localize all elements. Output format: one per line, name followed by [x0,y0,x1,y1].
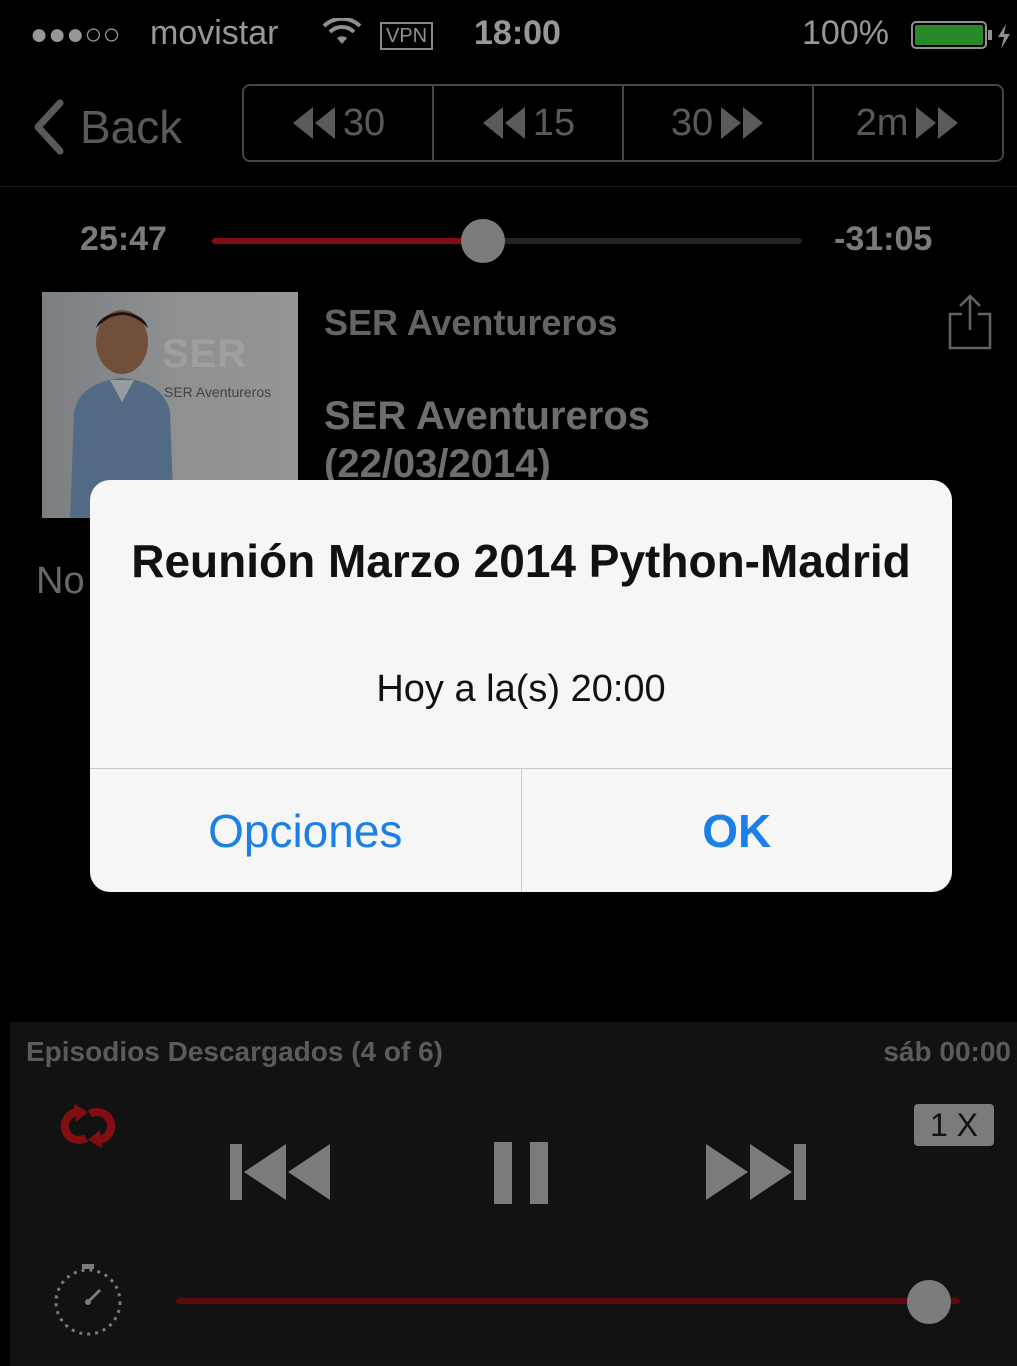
alert-title: Reunión Marzo 2014 Python-Madrid [131,535,911,587]
alert-button-bar: Opciones OK [90,768,952,892]
alert-message: Hoy a la(s) 20:00 [376,668,666,710]
options-button[interactable]: Opciones [90,769,522,892]
alert-dialog: Reunión Marzo 2014 Python-Madrid Hoy a l… [90,480,952,892]
ok-button[interactable]: OK [522,769,953,892]
